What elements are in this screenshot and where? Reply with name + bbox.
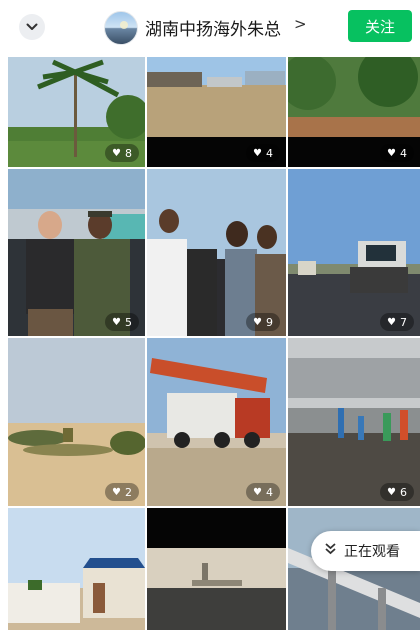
- post-tile[interactable]: ♥ 8: [8, 57, 145, 167]
- post-tile[interactable]: ♥ 7: [288, 169, 420, 336]
- post-image: [147, 338, 286, 506]
- like-count: ♥ 4: [380, 144, 414, 162]
- post-image: [8, 508, 145, 630]
- like-count: ♥ 2: [105, 483, 139, 501]
- like-count: ♥ 4: [246, 144, 280, 162]
- heart-icon: ♥: [253, 147, 262, 159]
- like-count: ♥ 7: [380, 313, 414, 331]
- heart-icon: ♥: [387, 147, 396, 159]
- post-image: [8, 169, 145, 336]
- now-watching-button[interactable]: 正在观看: [311, 531, 420, 571]
- post-tile[interactable]: ♥ 4: [147, 338, 286, 506]
- like-count: ♥ 8: [105, 144, 139, 162]
- post-image: [288, 169, 420, 336]
- post-image: [147, 508, 286, 630]
- double-chevron-down-icon: [325, 543, 336, 559]
- chevron-down-icon: [26, 23, 38, 30]
- top-bar: 湖南中扬海外朱总 > 关注: [0, 0, 420, 56]
- post-image: [147, 169, 286, 336]
- like-count: ♥ 6: [380, 483, 414, 501]
- post-tile[interactable]: ♥ 9: [147, 169, 286, 336]
- collapse-button[interactable]: [19, 14, 45, 40]
- like-count: ♥ 4: [246, 483, 280, 501]
- heart-icon: ♥: [387, 316, 396, 328]
- account-name[interactable]: 湖南中扬海外朱总: [145, 15, 281, 40]
- heart-icon: ♥: [112, 147, 121, 159]
- post-tile[interactable]: ♥ 4: [147, 57, 286, 167]
- follow-button[interactable]: 关注: [348, 10, 412, 42]
- heart-icon: ♥: [253, 486, 262, 498]
- heart-icon: ♥: [253, 316, 262, 328]
- now-watching-label: 正在观看: [344, 544, 400, 560]
- post-image: [288, 338, 420, 506]
- like-count: ♥ 9: [246, 313, 280, 331]
- post-image: [8, 338, 145, 506]
- like-count: ♥ 5: [105, 313, 139, 331]
- account-avatar[interactable]: [104, 11, 138, 45]
- post-tile[interactable]: ♥ 6: [288, 338, 420, 506]
- account-arrow-icon[interactable]: >: [294, 15, 307, 33]
- post-tile[interactable]: ♥ 2: [8, 338, 145, 506]
- heart-icon: ♥: [112, 486, 121, 498]
- heart-icon: ♥: [387, 486, 396, 498]
- post-tile[interactable]: [8, 508, 145, 630]
- heart-icon: ♥: [112, 316, 121, 328]
- post-tile[interactable]: [147, 508, 286, 630]
- post-tile[interactable]: ♥ 4: [288, 57, 420, 167]
- post-tile[interactable]: ♥ 5: [8, 169, 145, 336]
